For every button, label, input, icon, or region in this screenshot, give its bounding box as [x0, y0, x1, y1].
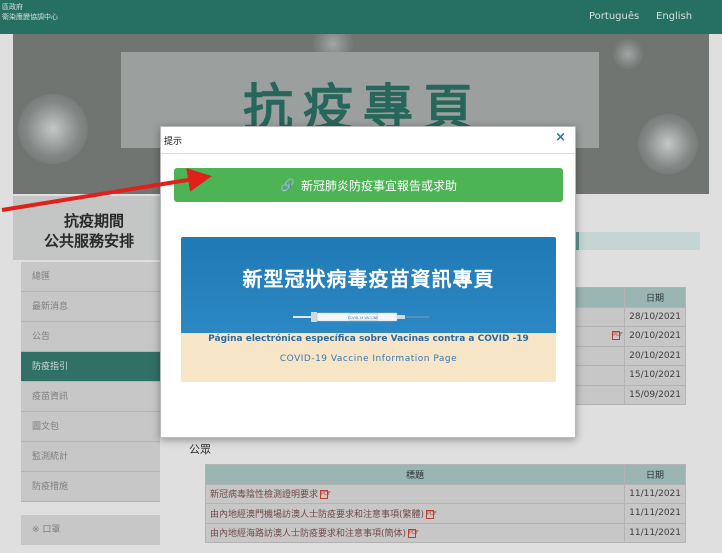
- link-icon: 🔗: [280, 178, 295, 192]
- vaccine-banner-pt: Página electrónica específica sobre Vaci…: [208, 334, 529, 344]
- red-arrow-annotation: [1, 168, 212, 212]
- syringe-icon: COVID-19 VACCINE: [293, 312, 429, 322]
- close-icon[interactable]: ×: [555, 130, 566, 145]
- report-help-label: 新冠肺炎防疫事宜報告或求助: [300, 178, 457, 193]
- dialog-title: 提示: [164, 137, 183, 147]
- vaccine-banner-heading: 新型冠狀病毒疫苗資訊專頁: [242, 267, 495, 291]
- vaccine-info-banner[interactable]: 新型冠狀病毒疫苗資訊專頁 COVID-19 VACCINE Página ele…: [181, 237, 556, 382]
- notice-dialog: 提示 × 🔗 新冠肺炎防疫事宜報告或求助 新型冠狀病毒疫苗資訊專頁 COVID-…: [160, 126, 576, 438]
- vaccine-banner-en: COVID-19 Vaccine Information Page: [279, 354, 458, 364]
- dialog-divider: [161, 153, 575, 154]
- syringe-label: COVID-19 VACCINE: [348, 316, 378, 320]
- report-help-button[interactable]: 🔗 新冠肺炎防疫事宜報告或求助: [174, 168, 563, 202]
